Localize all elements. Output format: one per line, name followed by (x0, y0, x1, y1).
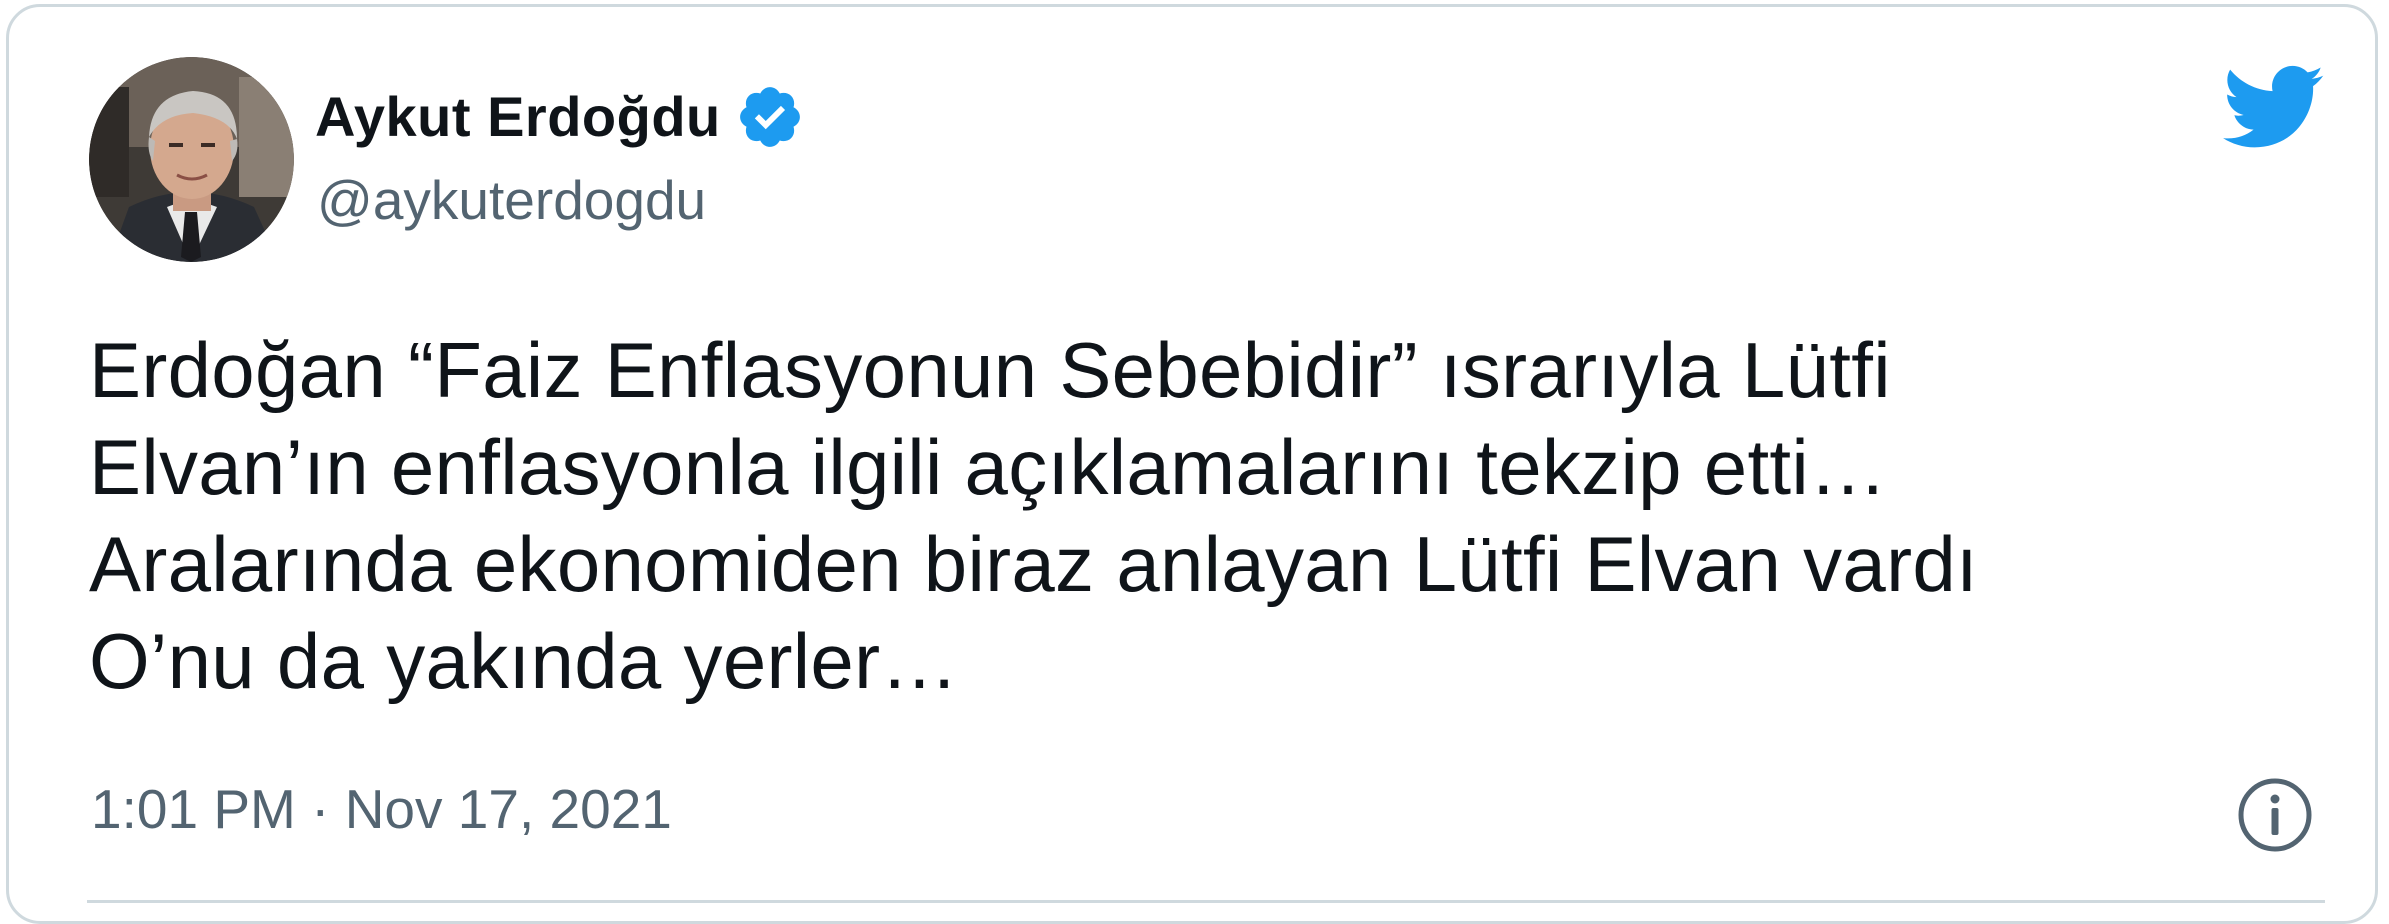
tweet-timestamp[interactable]: 1:01 PM · Nov 17, 2021 (91, 782, 672, 837)
twitter-bird-icon[interactable] (2223, 65, 2325, 151)
author-display-name[interactable]: Aykut Erdoğdu (315, 89, 721, 145)
info-icon[interactable] (2235, 775, 2315, 855)
avatar[interactable] (89, 57, 294, 262)
author-handle[interactable]: @aykuterdogdu (317, 173, 706, 228)
divider (87, 900, 2325, 903)
tweet-text: Erdoğan “Faiz Enflasyonun Sebebidir” ısr… (89, 326, 1979, 705)
author-name-row[interactable]: Aykut Erdoğdu (315, 79, 805, 155)
verified-badge-icon (735, 82, 805, 152)
tweet-card: Aykut Erdoğdu @aykuterdogdu Erdoğan “Fai… (6, 4, 2378, 924)
